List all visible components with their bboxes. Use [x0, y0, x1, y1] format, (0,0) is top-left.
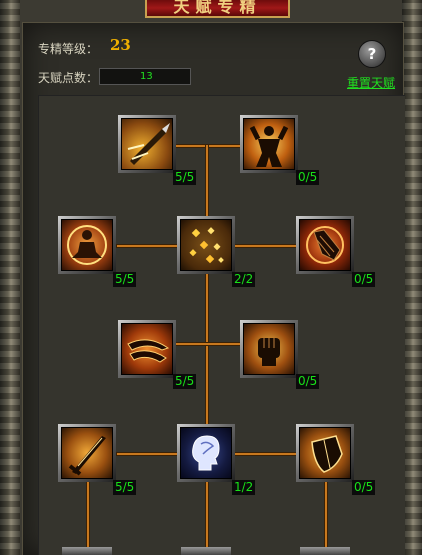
- skill-fist[interactable]: [240, 320, 298, 378]
- skill-count: 0/5: [296, 170, 320, 185]
- skill-spear-strike[interactable]: [118, 115, 176, 173]
- skill-count: 5/5: [173, 170, 197, 185]
- skill-count: 5/5: [113, 480, 137, 495]
- skill-count: 0/5: [352, 272, 376, 287]
- frame-border-right: [402, 0, 422, 555]
- skill-gauntlet[interactable]: [296, 216, 354, 274]
- skill-count: 5/5: [113, 272, 137, 287]
- skill-sword[interactable]: [58, 424, 116, 482]
- spear-strike-icon: [127, 123, 170, 165]
- gauntlet-icon: [306, 226, 344, 264]
- reset-talents-link[interactable]: 重置天赋: [347, 74, 395, 91]
- golden-dust-icon: [189, 227, 224, 264]
- skill-count: 0/5: [296, 374, 320, 389]
- skill-slot-partial: [181, 547, 231, 555]
- skill-meditation[interactable]: [58, 216, 116, 274]
- points-label: 天赋点数：: [38, 71, 99, 85]
- connector: [324, 480, 328, 555]
- window-title: 天赋专精: [145, 0, 290, 18]
- connector: [205, 144, 209, 555]
- skill-count: 1/2: [232, 480, 256, 495]
- skill-count: 5/5: [173, 374, 197, 389]
- help-button[interactable]: ?: [358, 40, 386, 68]
- points-value: 13: [99, 68, 191, 85]
- meditation-icon: [67, 225, 107, 265]
- skill-mind-head[interactable]: [177, 424, 235, 482]
- fist-icon: [258, 338, 280, 366]
- shield-icon: [311, 435, 343, 473]
- skill-shield[interactable]: [296, 424, 354, 482]
- skill-count: 2/2: [232, 272, 256, 287]
- skill-slot-partial: [300, 547, 350, 555]
- level-label: 专精等级：: [38, 42, 99, 56]
- skill-slot-partial: [62, 547, 112, 555]
- skill-count: 0/5: [352, 480, 376, 495]
- talent-window: 天赋专精 专精等级： 23 天赋点数： 13 ? 重置天赋 5/5 0/5 5/…: [0, 0, 422, 555]
- frame-border-left: [0, 0, 20, 555]
- warrior-power-icon: [249, 125, 289, 167]
- level-value: 23: [110, 36, 131, 54]
- connector: [174, 342, 242, 346]
- connector: [86, 480, 90, 555]
- skill-claw-slash[interactable]: [118, 320, 176, 378]
- mind-head-icon: [192, 435, 220, 471]
- skill-warrior-power[interactable]: [240, 115, 298, 173]
- skill-golden-dust[interactable]: [177, 216, 235, 274]
- sword-icon: [68, 436, 106, 476]
- claw-slash-icon: [127, 339, 170, 363]
- talent-tree: [38, 95, 405, 555]
